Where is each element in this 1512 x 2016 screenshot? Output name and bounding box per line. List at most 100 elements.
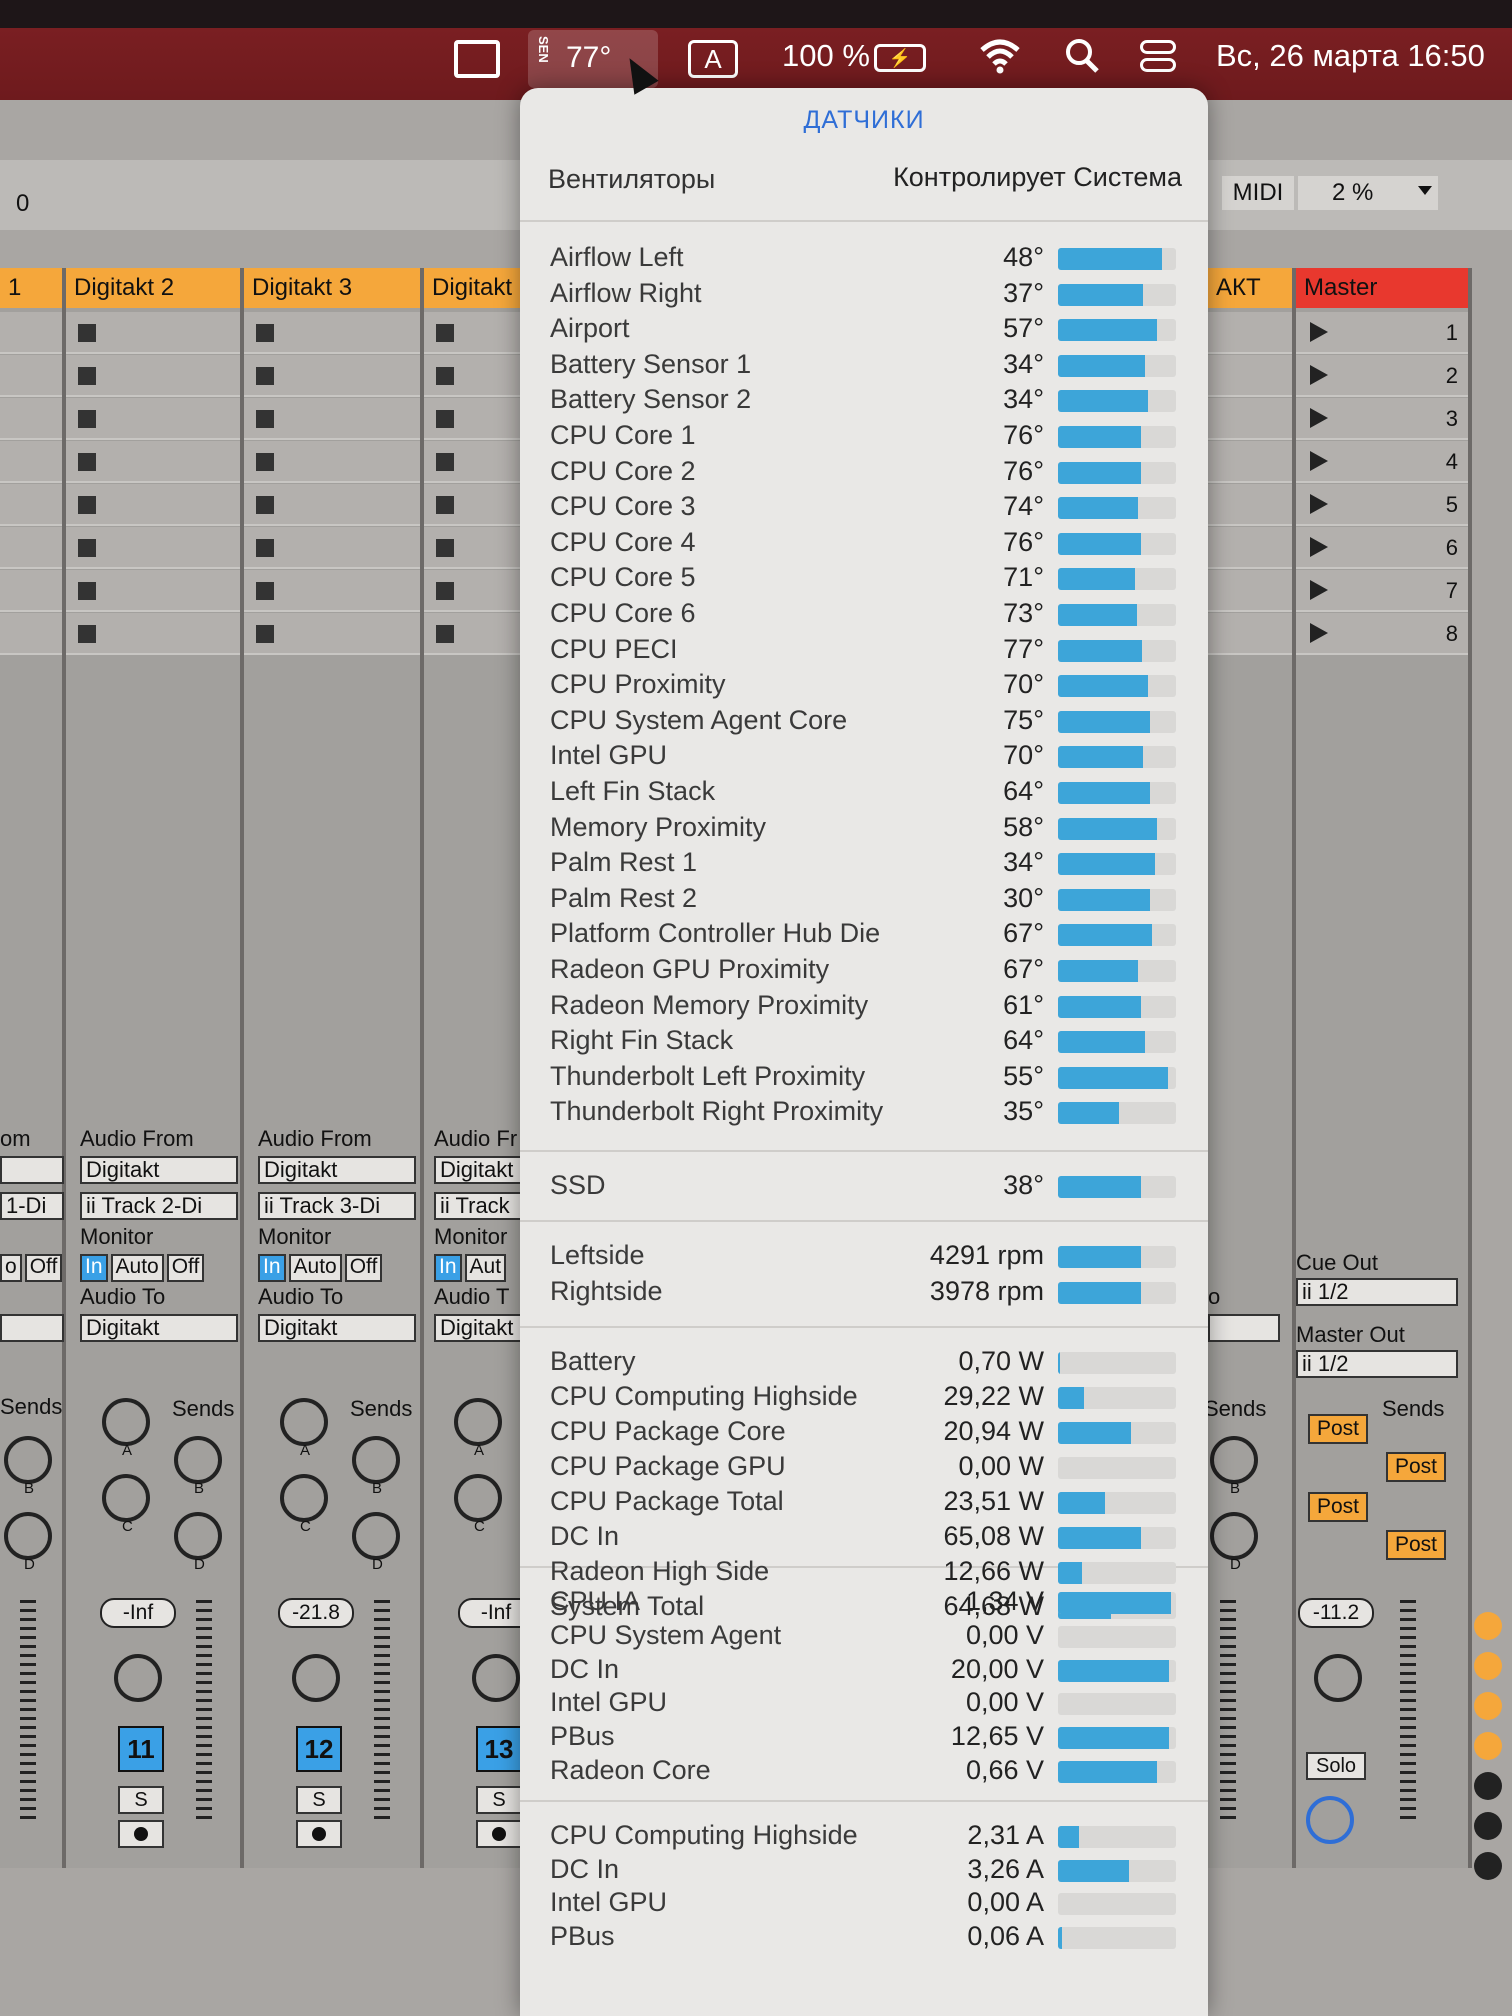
clip-slot[interactable]: [66, 570, 240, 612]
monitor-off-button[interactable]: Off: [344, 1254, 383, 1282]
send-b-knob[interactable]: [174, 1436, 222, 1484]
scene-slot[interactable]: 4: [1296, 441, 1468, 483]
send-d-knob[interactable]: [174, 1512, 222, 1560]
stop-icon[interactable]: [78, 496, 96, 514]
audio-from-select[interactable]: Digitakt: [258, 1156, 416, 1184]
audio-to-select[interactable]: Digitakt: [434, 1314, 524, 1342]
clip-slot[interactable]: [1208, 570, 1292, 612]
send-a-knob[interactable]: [454, 1398, 502, 1446]
clip-slot[interactable]: [244, 570, 420, 612]
stop-icon[interactable]: [436, 367, 454, 385]
clip-slot[interactable]: [1208, 613, 1292, 655]
monitor-switch[interactable]: In Auto Off: [258, 1254, 383, 1282]
clip-slot[interactable]: [0, 312, 62, 354]
post-button[interactable]: Post: [1386, 1452, 1446, 1482]
stop-icon[interactable]: [436, 496, 454, 514]
note-icon[interactable]: [454, 40, 500, 78]
scene-slot[interactable]: 8: [1296, 613, 1468, 655]
play-scene-icon[interactable]: [1310, 365, 1328, 385]
audio-from-select[interactable]: [0, 1156, 64, 1184]
master-out-select[interactable]: ii 1/2: [1296, 1350, 1458, 1378]
clip-slot[interactable]: [244, 613, 420, 655]
stop-icon[interactable]: [78, 367, 96, 385]
send-d-knob[interactable]: [1210, 1512, 1258, 1560]
play-scene-icon[interactable]: [1310, 623, 1328, 643]
clip-slot[interactable]: [66, 484, 240, 526]
side-view-toggle-icon[interactable]: [1474, 1732, 1502, 1760]
send-a-knob[interactable]: [102, 1398, 150, 1446]
scene-slot[interactable]: 6: [1296, 527, 1468, 569]
track-header[interactable]: 1: [0, 268, 62, 308]
fans-control-mode[interactable]: Контролирует Система: [893, 162, 1182, 193]
master-track-header[interactable]: Master: [1296, 268, 1468, 308]
play-scene-icon[interactable]: [1310, 408, 1328, 428]
stop-icon[interactable]: [78, 582, 96, 600]
side-view-toggle-icon[interactable]: [1474, 1812, 1502, 1840]
stop-icon[interactable]: [436, 539, 454, 557]
monitor-auto-button[interactable]: o: [0, 1254, 22, 1282]
stop-icon[interactable]: [256, 453, 274, 471]
audio-from-select[interactable]: Digitakt: [434, 1156, 524, 1184]
stop-icon[interactable]: [436, 410, 454, 428]
post-button[interactable]: Post: [1386, 1530, 1446, 1560]
scene-slot[interactable]: 2: [1296, 355, 1468, 397]
stop-icon[interactable]: [256, 625, 274, 643]
play-scene-icon[interactable]: [1310, 451, 1328, 471]
track-volume-field[interactable]: -21.8: [278, 1598, 354, 1628]
cue-volume-knob[interactable]: [1306, 1796, 1354, 1844]
stop-icon[interactable]: [78, 625, 96, 643]
clip-slot[interactable]: [244, 441, 420, 483]
side-view-toggle-icon[interactable]: [1474, 1852, 1502, 1880]
track-header[interactable]: Digitakt 3: [244, 268, 420, 308]
clip-slot[interactable]: [1208, 441, 1292, 483]
monitor-off-button[interactable]: Off: [166, 1254, 205, 1282]
monitor-auto-button[interactable]: Aut: [464, 1254, 507, 1282]
monitor-switch[interactable]: In Aut: [434, 1254, 507, 1282]
clip-slot[interactable]: [66, 312, 240, 354]
stop-icon[interactable]: [256, 496, 274, 514]
clip-slot[interactable]: [0, 570, 62, 612]
input-channel-select[interactable]: ii Track 3-Di: [258, 1192, 416, 1220]
clip-slot[interactable]: [1208, 484, 1292, 526]
stop-icon[interactable]: [256, 539, 274, 557]
solo-button[interactable]: S: [476, 1786, 522, 1814]
post-button[interactable]: Post: [1308, 1414, 1368, 1444]
scene-slot[interactable]: 1: [1296, 312, 1468, 354]
clip-slot[interactable]: [424, 570, 530, 612]
monitor-switch[interactable]: o Off: [0, 1254, 63, 1282]
stop-icon[interactable]: [436, 453, 454, 471]
stop-icon[interactable]: [256, 324, 274, 342]
solo-button[interactable]: S: [296, 1786, 342, 1814]
battery-icon[interactable]: ⚡: [874, 44, 926, 72]
stop-icon[interactable]: [436, 324, 454, 342]
clip-slot[interactable]: [0, 527, 62, 569]
send-c-knob[interactable]: [454, 1474, 502, 1522]
clip-slot[interactable]: [424, 312, 530, 354]
clip-slot[interactable]: [1208, 398, 1292, 440]
track-header[interactable]: Digitakt 2: [66, 268, 240, 308]
input-channel-select[interactable]: ii Track 2-Di: [80, 1192, 238, 1220]
post-button[interactable]: Post: [1308, 1492, 1368, 1522]
side-view-toggle-icon[interactable]: [1474, 1692, 1502, 1720]
side-view-toggle-icon[interactable]: [1474, 1772, 1502, 1800]
wifi-icon[interactable]: [978, 36, 1022, 76]
play-scene-icon[interactable]: [1310, 580, 1328, 600]
stop-icon[interactable]: [78, 324, 96, 342]
master-volume-field[interactable]: -11.2: [1298, 1598, 1374, 1628]
chevron-down-icon[interactable]: [1418, 186, 1432, 195]
audio-from-select[interactable]: Digitakt: [80, 1156, 238, 1184]
clip-slot[interactable]: [244, 312, 420, 354]
arm-button[interactable]: [118, 1820, 164, 1848]
battery-percent[interactable]: 100 %: [782, 36, 870, 76]
audio-to-select[interactable]: Digitakt: [80, 1314, 238, 1342]
solo-button[interactable]: S: [118, 1786, 164, 1814]
search-icon[interactable]: [1064, 36, 1102, 76]
clip-slot[interactable]: [244, 398, 420, 440]
input-source[interactable]: A: [688, 40, 738, 78]
send-b-knob[interactable]: [1210, 1436, 1258, 1484]
clip-slot[interactable]: [244, 355, 420, 397]
play-scene-icon[interactable]: [1310, 537, 1328, 557]
monitor-auto-button[interactable]: Auto: [288, 1254, 342, 1282]
clip-slot[interactable]: [66, 355, 240, 397]
control-center-icon[interactable]: [1140, 40, 1176, 76]
